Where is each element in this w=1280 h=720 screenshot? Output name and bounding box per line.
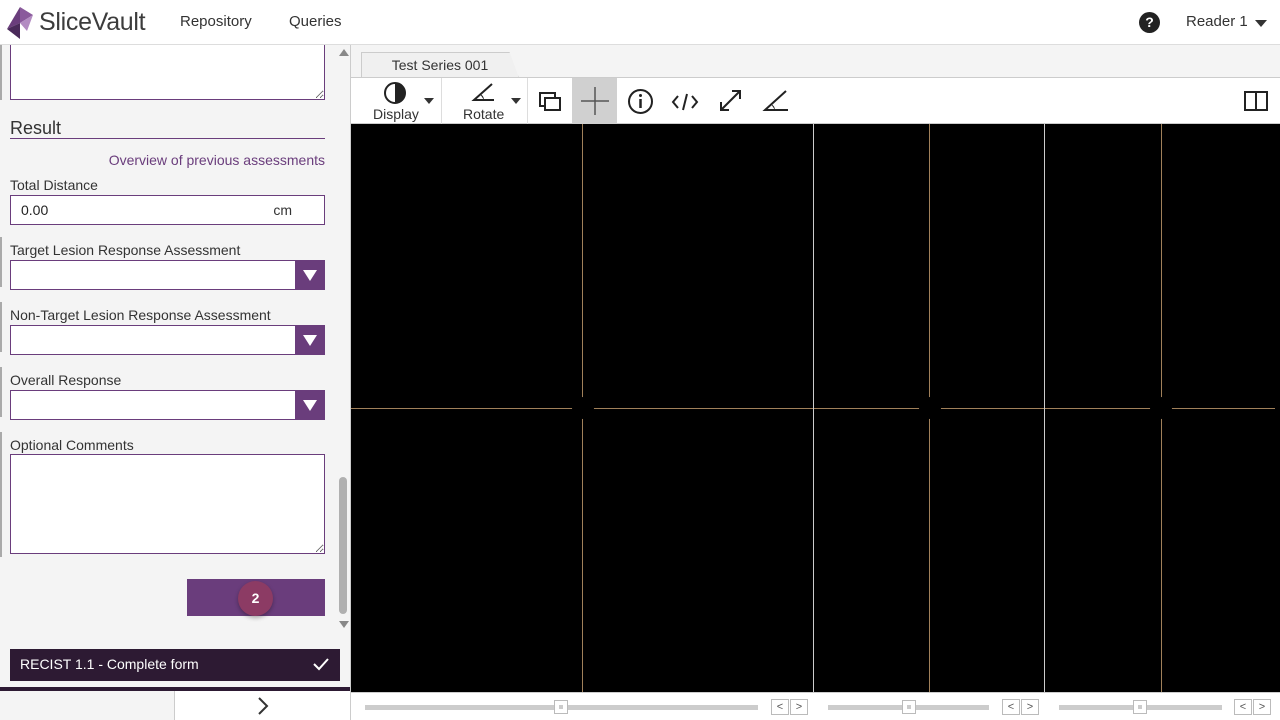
overall-response-select[interactable] [10,390,325,420]
field-accent [0,237,2,287]
slice-3-next-button[interactable]: > [1253,699,1271,715]
rotate-label: Rotate [463,106,505,122]
slice-2-prev-button[interactable]: < [1002,699,1020,715]
rotate-dropdown-caret-icon[interactable] [511,98,521,104]
split-view-button[interactable] [1241,78,1271,124]
angle-icon [762,90,788,111]
expand-button[interactable] [716,78,746,124]
assessment-panel: Result Overview of previous assessments … [0,45,350,720]
crosshair-button[interactable] [572,78,617,124]
overall-response-label: Overall Response [10,372,122,388]
top-bar: SliceVault Repository Queries ? Reader 1 [0,0,1280,45]
slice-2-next-button[interactable]: > [1021,699,1039,715]
scroll-down-icon[interactable] [339,621,349,628]
target-lesion-label: Target Lesion Response Assessment [10,242,241,258]
chevron-right-icon [258,697,269,715]
image-viewer: Test Series 001 Display Rotate < > < > <… [350,45,1280,720]
scroll-thumb[interactable] [339,477,347,614]
dropdown-arrow-icon[interactable] [295,391,324,419]
crosshair-center [1150,397,1172,419]
field-accent [0,302,2,352]
next-page-button[interactable] [175,691,350,720]
panel-pagination [0,691,350,720]
slice-slider-1-thumb[interactable] [554,700,568,714]
dropdown-arrow-icon[interactable] [295,261,324,289]
section-divider [10,138,325,139]
target-lesion-select[interactable] [10,260,325,290]
expand-icon [720,90,741,111]
assessment-form: Result Overview of previous assessments … [0,45,335,633]
contrast-icon [384,82,406,104]
display-label: Display [373,106,419,122]
total-distance-input[interactable]: 0.00 cm [10,195,325,225]
check-icon [313,658,329,671]
form-status-bar[interactable]: RECIST 1.1 - Complete form [10,649,340,681]
slice-sliders: < > < > < > [351,692,1280,720]
form-status-label: RECIST 1.1 - Complete form [20,656,199,672]
layers-button[interactable] [537,78,563,124]
rotate-angle-icon [471,83,494,101]
non-target-lesion-label: Non-Target Lesion Response Assessment [10,307,271,323]
image-canvas[interactable] [351,124,1280,692]
info-button[interactable] [626,78,656,124]
scroll-up-icon[interactable] [339,49,349,56]
display-tool-button[interactable]: Display [371,78,441,124]
rotate-tool-button[interactable]: Rotate [456,78,526,124]
info-icon [628,89,653,114]
overview-previous-assessments-link[interactable]: Overview of previous assessments [109,152,325,168]
optional-comments-textarea[interactable] [10,454,325,554]
previous-textarea[interactable] [10,45,325,100]
user-menu-caret-icon[interactable] [1255,20,1267,27]
total-distance-label: Total Distance [10,177,98,193]
nav-repository[interactable]: Repository [180,13,252,30]
crosshair-icon [581,87,609,115]
field-accent [0,367,2,417]
form-scrollbar[interactable] [337,45,349,633]
section-title: Result [10,118,62,138]
code-icon [671,93,699,111]
slicevault-logo-icon [7,6,33,39]
slice-1-next-button[interactable]: > [790,699,808,715]
code-button[interactable] [671,78,701,124]
non-target-lesion-select[interactable] [10,325,325,355]
angle-measure-button[interactable] [761,78,791,124]
crosshair-center [919,397,941,419]
dropdown-arrow-icon[interactable] [295,326,324,354]
user-menu[interactable]: Reader 1 [1186,13,1248,30]
slice-slider-2-thumb[interactable] [902,700,916,714]
help-icon[interactable]: ? [1139,12,1160,33]
field-accent [0,45,2,100]
app-name: SliceVault [39,8,146,36]
viewer-toolbar: Display Rotate [351,77,1280,124]
field-accent [0,432,2,557]
toolbar-separator [441,78,442,124]
notification-badge: 2 [238,581,273,616]
display-dropdown-caret-icon[interactable] [424,98,434,104]
split-view-icon [1244,91,1268,111]
slice-1-prev-button[interactable]: < [771,699,789,715]
crosshair-center [572,397,594,419]
total-distance-value: 0.00 [21,202,49,218]
nav-queries[interactable]: Queries [289,13,342,30]
slice-3-prev-button[interactable]: < [1234,699,1252,715]
total-distance-unit: cm [273,202,292,218]
tab-test-series[interactable]: Test Series 001 [361,52,519,78]
slice-slider-3-thumb[interactable] [1133,700,1147,714]
toolbar-separator [527,78,528,124]
optional-comments-label: Optional Comments [10,437,134,453]
windows-icon [539,92,561,111]
app-logo[interactable]: SliceVault [5,4,146,41]
